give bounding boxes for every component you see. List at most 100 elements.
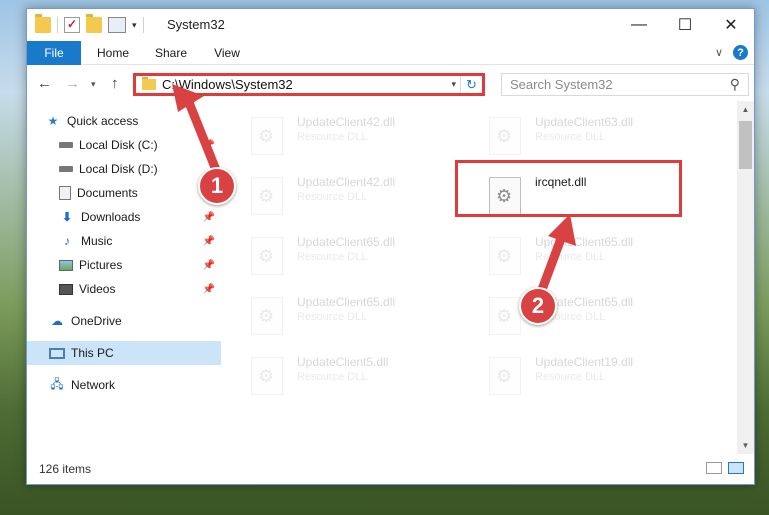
- address-path[interactable]: C:\Windows\System32: [162, 77, 293, 92]
- sidebar-item-label: Quick access: [67, 114, 139, 128]
- minimize-button[interactable]: —: [616, 9, 662, 41]
- pin-icon[interactable]: 📌: [203, 284, 215, 295]
- file-item[interactable]: UpdateClient5.dll Resource DLL: [247, 349, 467, 401]
- sidebar-item-label: OneDrive: [71, 314, 122, 328]
- scroll-thumb[interactable]: [739, 121, 752, 169]
- dll-file-icon: [251, 117, 283, 155]
- music-icon: ♪: [64, 234, 70, 248]
- details-view-icon[interactable]: [706, 462, 722, 474]
- expand-ribbon-icon[interactable]: ∨: [715, 46, 723, 59]
- file-item[interactable]: UpdateClient42.dll Resource DLL: [247, 169, 467, 221]
- view-toggle: [706, 462, 744, 474]
- dll-file-icon: [251, 297, 283, 335]
- file-item[interactable]: UpdateClient42.dll Resource DLL: [247, 109, 467, 161]
- refresh-button[interactable]: ↻: [460, 76, 482, 93]
- file-name: UpdateClient65.dll: [535, 235, 634, 249]
- navigation-bar: ← → ▾ ↑ C:\Windows\System32 ▾ ↻ Search S…: [27, 67, 754, 101]
- pin-icon[interactable]: 📌: [203, 236, 215, 247]
- tab-view[interactable]: View: [209, 41, 245, 65]
- downloads-icon: ⬇: [61, 210, 73, 224]
- toolbar-dropdown-icon[interactable]: ▾: [132, 20, 137, 31]
- status-bar: 126 items: [27, 454, 754, 484]
- properties-check-icon[interactable]: [64, 17, 80, 33]
- tab-home[interactable]: Home: [93, 41, 133, 65]
- large-icons-view-icon[interactable]: [728, 462, 744, 474]
- file-name: UpdateClient42.dll: [297, 115, 396, 129]
- sidebar-item-videos[interactable]: Videos 📌: [27, 277, 221, 301]
- sidebar-item-label: Pictures: [79, 258, 123, 272]
- file-type: Resource DLL: [297, 191, 368, 203]
- toolbar-divider: [142, 17, 144, 33]
- window-title: System32: [167, 17, 225, 32]
- file-type: Resource DLL: [297, 251, 368, 263]
- file-item[interactable]: UpdateClient65.dll Resource DLL: [247, 229, 467, 281]
- file-type: Resource DLL: [535, 131, 606, 143]
- up-button[interactable]: ↑: [111, 75, 119, 92]
- sidebar-item-music[interactable]: ♪ Music 📌: [27, 229, 221, 253]
- sidebar-item-label: Network: [71, 378, 116, 392]
- folder-icon: [35, 14, 51, 33]
- sidebar-item-quick-access[interactable]: ★ Quick access: [45, 109, 239, 133]
- back-button[interactable]: ←: [37, 75, 52, 92]
- dll-file-icon: [489, 357, 521, 395]
- navigation-pane: ★ Quick access Local Disk (C:) 📌 Local D…: [27, 101, 221, 454]
- help-icon[interactable]: ?: [733, 45, 748, 60]
- new-folder-icon[interactable]: [86, 14, 102, 33]
- sidebar-item-label: Local Disk (D:): [79, 162, 158, 176]
- this-pc-icon: [49, 347, 65, 359]
- address-bar[interactable]: C:\Windows\System32 ▾ ↻: [133, 73, 485, 96]
- file-item[interactable]: UpdateClient65.dll Resource DLL: [247, 289, 467, 341]
- item-count: 126 items: [39, 462, 92, 476]
- sidebar-item-label: Downloads: [81, 210, 141, 224]
- sidebar-item-documents[interactable]: Documents 📌: [27, 181, 221, 205]
- file-item[interactable]: UpdateClient63.dll Resource DLL: [485, 109, 705, 161]
- sidebar-item-onedrive[interactable]: ☁ OneDrive: [27, 309, 221, 333]
- maximize-button[interactable]: ☐: [662, 9, 708, 41]
- sidebar-item-local-disk-c[interactable]: Local Disk (C:) 📌: [27, 133, 221, 157]
- vertical-scrollbar[interactable]: ▲ ▼: [737, 101, 754, 454]
- file-explorer-window: ▾ System32 — ☐ ✕ File Home Share View ∨ …: [26, 8, 755, 485]
- file-name: UpdateClient65.dll: [297, 235, 396, 249]
- sidebar-item-pictures[interactable]: Pictures 📌: [27, 253, 221, 277]
- toolbar-divider: [57, 17, 58, 33]
- tab-file[interactable]: File: [27, 41, 81, 65]
- pin-icon[interactable]: 📌: [203, 140, 215, 151]
- sidebar-item-label: Documents: [77, 186, 138, 200]
- file-type: Resource DLL: [297, 131, 368, 143]
- drive-icon: [59, 142, 73, 148]
- scroll-down-arrow-icon[interactable]: ▼: [737, 437, 754, 454]
- sidebar-item-downloads[interactable]: ⬇ Downloads 📌: [27, 205, 221, 229]
- forward-button[interactable]: →: [65, 75, 80, 92]
- file-item[interactable]: UpdateClient19.dll Resource DLL: [485, 349, 705, 401]
- sidebar-item-local-disk-d[interactable]: Local Disk (D:): [27, 157, 221, 181]
- pin-icon[interactable]: 📌: [203, 260, 215, 271]
- recent-locations-button[interactable]: ▾: [91, 79, 96, 90]
- sidebar-item-this-pc[interactable]: This PC: [27, 341, 221, 365]
- pictures-icon: [59, 259, 73, 271]
- file-item[interactable]: UpdateClient65.dll Resource DLL: [485, 289, 705, 341]
- pin-icon[interactable]: 📌: [203, 212, 215, 223]
- sidebar-item-label: Local Disk (C:): [79, 138, 158, 152]
- close-button[interactable]: ✕: [708, 9, 754, 41]
- customize-toolbar-icon[interactable]: [108, 17, 126, 33]
- search-icon: ⚲: [729, 76, 740, 92]
- file-name: UpdateClient42.dll: [297, 175, 396, 189]
- videos-icon: [59, 283, 73, 295]
- title-bar: ▾ System32 — ☐ ✕: [27, 9, 754, 41]
- tab-share[interactable]: Share: [151, 41, 191, 65]
- file-name: UpdateClient65.dll: [297, 295, 396, 309]
- ribbon-right-controls: ∨ ?: [715, 45, 748, 60]
- sidebar-item-label: Music: [81, 234, 113, 248]
- file-item[interactable]: UpdateClient65.dll Resource DLL: [485, 229, 705, 281]
- file-type: Resource DLL: [535, 371, 606, 383]
- scroll-up-arrow-icon[interactable]: ▲: [737, 101, 754, 118]
- sidebar-item-network[interactable]: 🖧 Network: [27, 373, 221, 397]
- sidebar-item-label: Videos: [79, 282, 116, 296]
- file-type: Resource DLL: [535, 251, 606, 263]
- search-input[interactable]: Search System32 ⚲: [501, 73, 749, 96]
- file-highlight-box: [455, 160, 682, 217]
- dll-file-icon: [251, 357, 283, 395]
- callout-2: 2: [519, 287, 557, 325]
- dll-file-icon: [251, 177, 283, 215]
- address-dropdown-icon[interactable]: ▾: [451, 79, 456, 90]
